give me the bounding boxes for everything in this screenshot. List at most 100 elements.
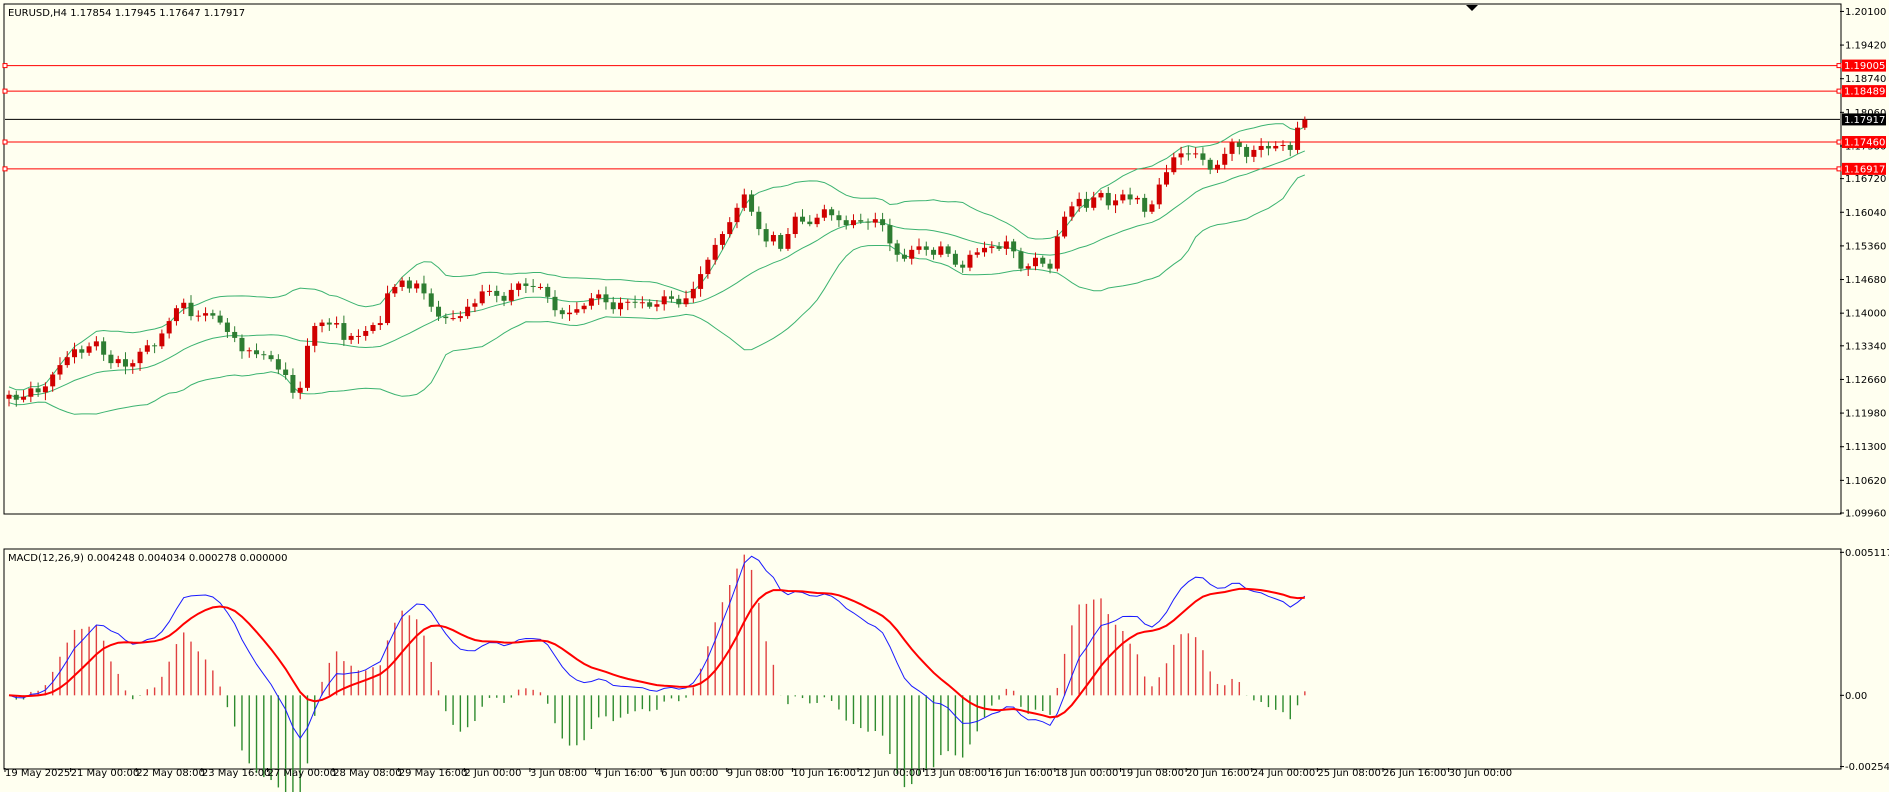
- candle-body: [188, 302, 194, 317]
- candle-body: [50, 374, 56, 387]
- candle-body: [1236, 142, 1242, 147]
- candle-body: [1142, 197, 1148, 212]
- macd-tick-label: -0.002548: [1845, 762, 1889, 773]
- candle-body: [661, 296, 667, 305]
- candle-body: [610, 302, 616, 310]
- candle-body: [108, 354, 114, 364]
- price-tick-label: 1.13340: [1845, 341, 1886, 352]
- price-tick-label: 1.11980: [1845, 409, 1886, 420]
- candle-body: [13, 394, 19, 400]
- candle-body: [916, 246, 922, 250]
- candle-body: [217, 315, 223, 323]
- candle-body: [1032, 257, 1038, 267]
- candle-body: [472, 303, 478, 307]
- level-price-tag-label: 1.18489: [1844, 87, 1885, 98]
- candle-body: [42, 386, 48, 393]
- candle-body: [392, 286, 398, 294]
- candle-body: [938, 246, 944, 255]
- price-tick-label: 1.20100: [1845, 7, 1886, 18]
- candle-body: [647, 302, 653, 307]
- candle-body: [654, 304, 660, 307]
- price-tick-label: 1.11300: [1845, 442, 1886, 453]
- candle-body: [64, 357, 70, 366]
- level-handle: [1836, 139, 1842, 145]
- candle-body: [931, 249, 937, 255]
- candle-body: [1047, 263, 1053, 269]
- chart-window: 1.201001.194201.187401.180601.173801.167…: [0, 0, 1889, 792]
- candle-body: [537, 286, 543, 288]
- price-tick-label: 1.14680: [1845, 275, 1886, 286]
- candle-body: [1105, 192, 1111, 206]
- candle-body: [173, 308, 179, 322]
- candle-body: [1011, 241, 1017, 252]
- candle-body: [1295, 127, 1301, 150]
- candle-body: [1251, 149, 1257, 157]
- candle-body: [676, 298, 682, 305]
- candle-body: [596, 294, 602, 299]
- candle-body: [770, 235, 776, 242]
- candle-body: [450, 318, 456, 320]
- trading-chart[interactable]: 1.201001.194201.187401.180601.173801.167…: [0, 0, 1889, 792]
- candle-body: [1185, 153, 1191, 155]
- candle-body: [224, 322, 230, 332]
- candle-body: [923, 246, 929, 250]
- candle-body: [341, 323, 347, 340]
- candle-body: [152, 345, 158, 347]
- candle-body: [792, 216, 798, 235]
- time-tick-label: 4 Jun 16:00: [596, 768, 653, 779]
- candle-body: [254, 350, 260, 355]
- candle-body: [785, 234, 791, 249]
- candle-body: [261, 354, 267, 356]
- candle-body: [1127, 194, 1133, 200]
- level-handle: [2, 88, 8, 94]
- time-tick-label: 22 May 08:00: [136, 768, 205, 779]
- candle-body: [952, 253, 958, 265]
- candle-body: [406, 280, 412, 289]
- candle-body: [807, 221, 813, 225]
- candle-body: [421, 283, 427, 294]
- time-tick-label: 9 Jun 08:00: [727, 768, 784, 779]
- candle-body: [516, 283, 522, 290]
- time-axis: 19 May 2025 21 May 00:0022 May 08:0023 Ma…: [4, 768, 1512, 779]
- symbol-info-label: EURUSD,H4 1.17854 1.17945 1.17647 1.1791…: [8, 8, 245, 19]
- price-tick-label: 1.16720: [1845, 174, 1886, 185]
- candle-body: [1149, 204, 1155, 212]
- candle-body: [843, 220, 849, 226]
- candle-body: [836, 215, 842, 221]
- level-price-tag-label: 1.17460: [1844, 138, 1885, 149]
- time-tick-label: 27 May 00:00: [267, 768, 336, 779]
- time-tick-label: 3 Jun 08:00: [530, 768, 587, 779]
- price-tick-label: 1.15360: [1845, 241, 1886, 252]
- candle-body: [348, 335, 354, 340]
- candle-body: [989, 246, 995, 248]
- candle-body: [355, 335, 361, 337]
- candle-body: [465, 306, 471, 317]
- candle-body: [639, 302, 645, 304]
- candle-body: [1193, 153, 1199, 155]
- chart-background: [0, 0, 1889, 792]
- candle-body: [1003, 241, 1009, 249]
- candle-body: [1025, 266, 1031, 269]
- candle-body: [683, 298, 689, 305]
- candle-body: [625, 301, 631, 303]
- candle-body: [1098, 192, 1104, 198]
- candle-body: [290, 374, 296, 393]
- candle-body: [436, 306, 442, 317]
- price-tick-label: 1.14000: [1845, 309, 1886, 320]
- candle-body: [283, 369, 289, 375]
- time-tick-label: 12 Jun 00:00: [858, 768, 922, 779]
- candle-body: [370, 325, 376, 331]
- candle-body: [719, 234, 725, 245]
- candle-body: [1091, 197, 1097, 208]
- candle-body: [1229, 142, 1235, 154]
- level-handle: [2, 166, 8, 172]
- candle-body: [275, 359, 281, 370]
- candle-body: [712, 244, 718, 260]
- time-tick-label: 25 Jun 08:00: [1317, 768, 1381, 779]
- candle-body: [195, 315, 201, 317]
- price-tick-label: 1.18740: [1845, 74, 1886, 85]
- time-tick-label: 29 May 16:00: [399, 768, 468, 779]
- candle-body: [1244, 146, 1250, 157]
- candle-body: [1302, 119, 1308, 128]
- candle-body: [6, 394, 12, 399]
